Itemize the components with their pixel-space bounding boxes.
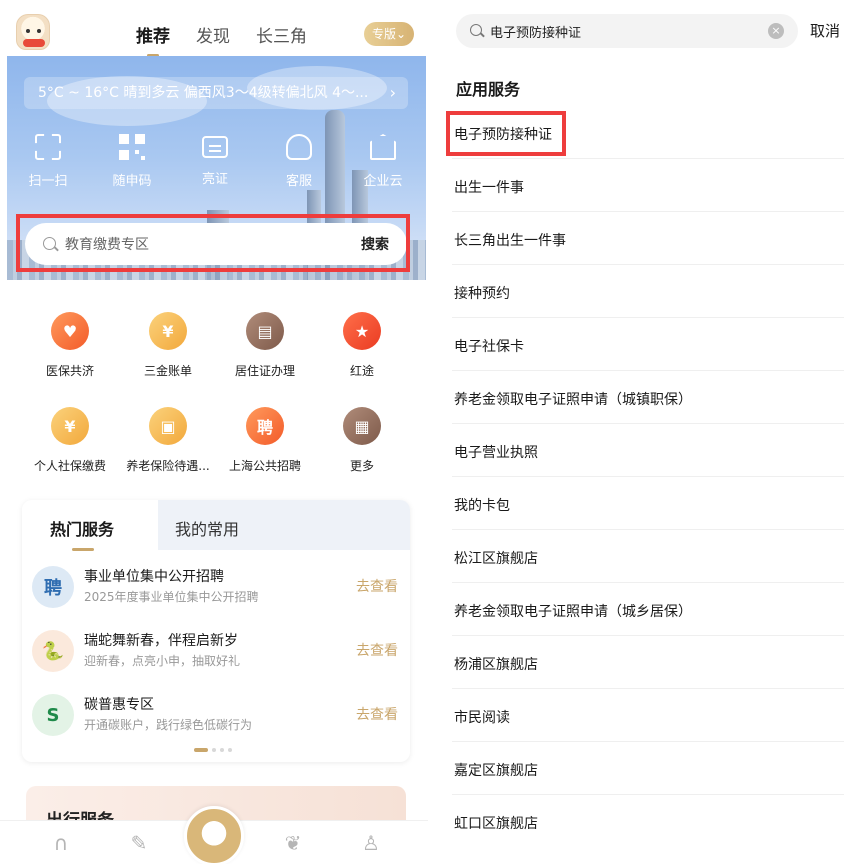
mascot-avatar-icon[interactable] bbox=[16, 14, 50, 50]
quick-id-card-button[interactable]: 亮证 bbox=[185, 134, 245, 187]
view-link[interactable]: 去查看 bbox=[356, 640, 398, 660]
top-tabs: 推荐 发现 长三角 bbox=[136, 22, 307, 57]
carbon-logo-icon: S bbox=[32, 694, 74, 736]
chevron-down-icon: ⌄ bbox=[395, 27, 407, 41]
snake-mascot-icon: 🐍 bbox=[32, 630, 74, 672]
service-bill[interactable]: ¥ 三金账单 bbox=[120, 312, 216, 379]
search-input[interactable]: 电子预防接种证 × bbox=[456, 14, 798, 48]
search-results-screen: 电子预防接种证 × 取消 应用服务 电子预防接种证 出生一件事 长三角出生一件事… bbox=[434, 0, 858, 864]
tab-my-frequent[interactable]: 我的常用 bbox=[175, 516, 239, 540]
service-social-security-pay[interactable]: ¥ 个人社保缴费 bbox=[22, 407, 118, 474]
result-item[interactable]: 虹口区旗舰店 bbox=[452, 795, 844, 848]
recruit-badge-icon: 聘 bbox=[32, 566, 74, 608]
recruitment-icon: 聘 bbox=[246, 407, 284, 445]
result-item[interactable]: 松江区旗舰店 bbox=[452, 530, 844, 583]
tab-hot-services[interactable]: 热门服务 bbox=[50, 516, 114, 551]
tab-recommend[interactable]: 推荐 bbox=[136, 22, 170, 57]
cancel-button[interactable]: 取消 bbox=[810, 20, 840, 41]
list-item[interactable]: 🐍 瑞蛇舞新春，伴程启新岁 迎新春，点亮小申，抽取好礼 去查看 bbox=[22, 622, 410, 682]
bill-icon: ¥ bbox=[149, 312, 187, 350]
service-pension[interactable]: ▣ 养老保险待遇... bbox=[120, 407, 216, 474]
tab-discover[interactable]: 发现 bbox=[196, 22, 230, 47]
scan-icon bbox=[35, 134, 61, 160]
result-item[interactable]: 长三角出生一件事 bbox=[452, 212, 844, 265]
top-navigation: 推荐 发现 长三角 专版⌄ bbox=[0, 0, 428, 60]
id-card-icon bbox=[202, 136, 228, 158]
highlight-box bbox=[16, 214, 410, 272]
carousel-dots bbox=[194, 748, 232, 752]
chevron-right-icon: › bbox=[389, 83, 396, 102]
quick-customer-service-button[interactable]: 客服 bbox=[269, 134, 329, 189]
clear-icon[interactable]: × bbox=[768, 23, 784, 39]
person-icon[interactable]: ♙ bbox=[360, 831, 382, 855]
quick-qrcode-button[interactable]: 随申码 bbox=[102, 134, 162, 189]
enterprise-cloud-icon bbox=[370, 134, 396, 160]
qrcode-icon bbox=[119, 134, 145, 160]
tab-yangtze-delta[interactable]: 长三角 bbox=[256, 22, 307, 47]
result-item[interactable]: 嘉定区旗舰店 bbox=[452, 742, 844, 795]
social-security-pay-icon: ¥ bbox=[51, 407, 89, 445]
edition-switch-button[interactable]: 专版⌄ bbox=[364, 22, 414, 46]
service-medical-insurance[interactable]: ♥ 医保共济 bbox=[22, 312, 118, 379]
result-item[interactable]: 杨浦区旗舰店 bbox=[452, 636, 844, 689]
service-red-route[interactable]: ★ 红途 bbox=[314, 312, 410, 379]
arch-icon[interactable]: ∩ bbox=[50, 831, 72, 855]
section-title: 应用服务 bbox=[456, 80, 521, 99]
pension-icon: ▣ bbox=[149, 407, 187, 445]
home-screen: 推荐 发现 长三角 专版⌄ 5°C ~ 16°C 晴到多云 偏西风3～4级转偏北… bbox=[0, 0, 428, 864]
quick-enterprise-cloud-button[interactable]: 企业云 bbox=[353, 134, 413, 189]
residence-permit-icon: ▤ bbox=[246, 312, 284, 350]
result-item[interactable]: 接种预约 bbox=[452, 265, 844, 318]
quick-scan-button[interactable]: 扫一扫 bbox=[18, 134, 78, 189]
search-icon bbox=[470, 24, 482, 36]
customer-service-icon bbox=[286, 134, 312, 160]
weather-bar[interactable]: 5°C ~ 16°C 晴到多云 偏西风3～4级转偏北风 4～... › bbox=[24, 77, 408, 109]
list-item[interactable]: S 碳普惠专区 开通碳账户，践行绿色低碳行为 去查看 bbox=[22, 686, 410, 746]
more-grid-icon: ▦ bbox=[343, 407, 381, 445]
list-item[interactable]: 聘 事业单位集中公开招聘 2025年度事业单位集中公开招聘 去查看 bbox=[22, 558, 410, 618]
result-item[interactable]: 电子社保卡 bbox=[452, 318, 844, 371]
hot-tabs: 热门服务 我的常用 bbox=[22, 500, 410, 551]
view-link[interactable]: 去查看 bbox=[356, 704, 398, 724]
result-item[interactable]: 电子营业执照 bbox=[452, 424, 844, 477]
result-item[interactable]: 出生一件事 bbox=[452, 159, 844, 212]
weather-text: 5°C ~ 16°C 晴到多云 偏西风3～4级转偏北风 4～... bbox=[38, 85, 369, 101]
result-item[interactable]: 我的卡包 bbox=[452, 477, 844, 530]
search-value: 电子预防接种证 bbox=[490, 26, 582, 41]
service-recruitment[interactable]: 聘 上海公共招聘 bbox=[217, 407, 313, 474]
result-item[interactable]: 市民阅读 bbox=[452, 689, 844, 742]
lotus-icon[interactable]: ❦ bbox=[282, 831, 304, 855]
brush-icon[interactable]: ✎ bbox=[128, 831, 150, 855]
service-more[interactable]: ▦ 更多 bbox=[314, 407, 410, 474]
home-center-icon[interactable] bbox=[184, 806, 244, 864]
view-link[interactable]: 去查看 bbox=[356, 576, 398, 596]
medical-insurance-icon: ♥ bbox=[51, 312, 89, 350]
highlight-box bbox=[446, 111, 566, 156]
result-item[interactable]: 养老金领取电子证照申请（城乡居保） bbox=[452, 583, 844, 636]
hot-services-card: 热门服务 我的常用 聘 事业单位集中公开招聘 2025年度事业单位集中公开招聘 … bbox=[22, 500, 410, 762]
service-residence-permit[interactable]: ▤ 居住证办理 bbox=[217, 312, 313, 379]
star-icon: ★ bbox=[343, 312, 381, 350]
result-item[interactable]: 养老金领取电子证照申请（城镇职保） bbox=[452, 371, 844, 424]
